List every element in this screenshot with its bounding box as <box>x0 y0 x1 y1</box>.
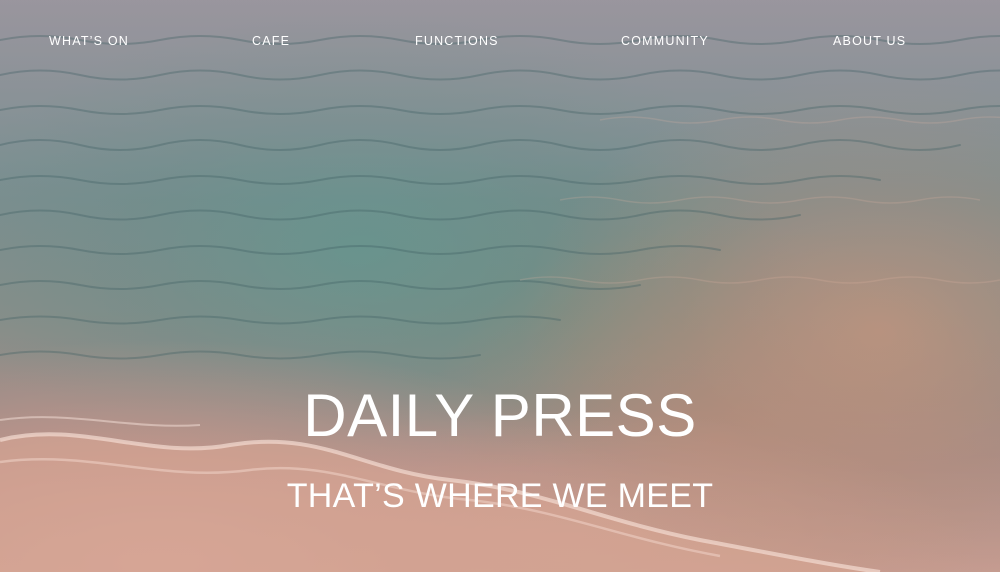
hero-section: WHAT’S ON CAFE FUNCTIONS COMMUNITY ABOUT… <box>0 0 1000 572</box>
main-navigation: WHAT’S ON CAFE FUNCTIONS COMMUNITY ABOUT… <box>0 30 1000 52</box>
hero-title: DAILY PRESS <box>303 382 697 449</box>
nav-link-community[interactable]: COMMUNITY <box>621 30 709 52</box>
nav-link-cafe[interactable]: CAFE <box>252 30 290 52</box>
nav-link-functions[interactable]: FUNCTIONS <box>415 30 499 52</box>
nav-link-about-us[interactable]: ABOUT US <box>833 30 906 52</box>
nav-link-whats-on[interactable]: WHAT’S ON <box>49 30 129 52</box>
hero-tagline: THAT’S WHERE WE MEET <box>286 477 714 515</box>
